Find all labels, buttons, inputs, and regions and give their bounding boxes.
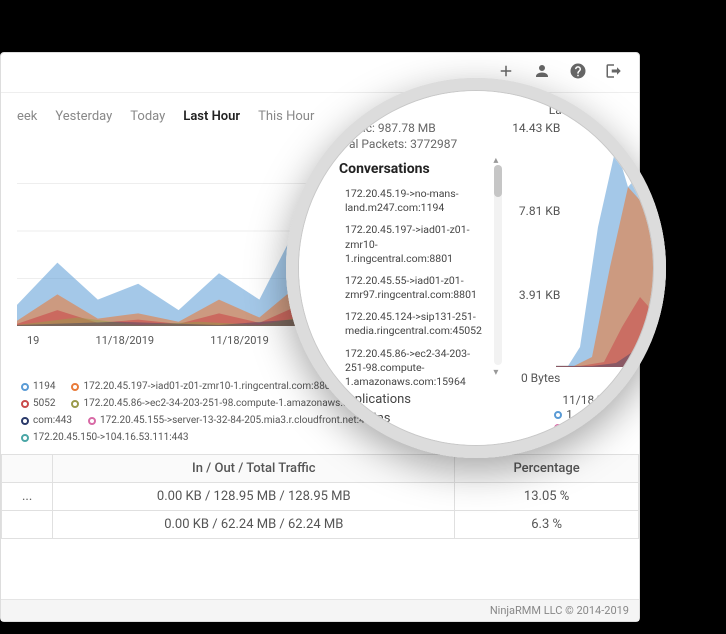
tab-yesterday[interactable]: Yesterday — [55, 109, 112, 124]
xlabel: 11/18/2019 — [210, 334, 269, 347]
user-icon[interactable] — [533, 62, 551, 84]
conversations-list[interactable]: 172.20.45.19->no-mans-land.m247.com:1194… — [339, 183, 498, 388]
footer-copyright: NinjaRMM LLC © 2014-2019 — [1, 599, 639, 621]
list-item[interactable]: 172.20.45.55->iad01-z01-zmr97.ringcentra… — [339, 270, 484, 306]
tab-week[interactable]: eek — [17, 109, 37, 124]
magnifier-left: affic: 987.78 MB al Packets: 3772987 Con… — [299, 91, 504, 445]
table-row[interactable]: ... 0.00 KB / 128.95 MB / 128.95 MB 13.0… — [2, 483, 639, 511]
total-traffic-label: affic: 987.78 MB — [339, 121, 498, 135]
tab-last-hour[interactable]: Last Hour — [183, 109, 240, 124]
legend-item[interactable]: com:443 — [21, 412, 72, 429]
legend-item[interactable]: 172.20.45.197->iad01-z01-zmr10-1.ringcen… — [71, 378, 336, 395]
chart-subtitle: Las — [549, 103, 568, 117]
applications-header[interactable]: Applications — [339, 392, 498, 407]
endpoints-header[interactable]: lpoints — [339, 430, 498, 445]
table-row[interactable]: 0.00 KB / 62.24 MB / 62.24 MB 6.3 % — [2, 511, 639, 539]
legend-item[interactable]: 1194 — [21, 378, 55, 395]
help-icon[interactable] — [569, 62, 587, 84]
magnifier-right-chart: Las 14.43 KB 7.81 KB 3.91 KB 0 Bytes 11/… — [504, 91, 653, 445]
col-pct[interactable]: Percentage — [455, 455, 639, 483]
col-traffic[interactable]: In / Out / Total Traffic — [53, 455, 455, 483]
list-item[interactable]: 172.20.45.86->ec2-34-203-251-98.compute-… — [339, 343, 484, 388]
magnifier-lens: affic: 987.78 MB al Packets: 3772987 Con… — [286, 78, 666, 458]
legend-item[interactable]: 172.20.45 — [554, 422, 615, 435]
list-item[interactable]: 172.20.45.124->sip131-251-media.ringcent… — [339, 306, 484, 342]
scrollbar[interactable] — [494, 165, 502, 365]
xlabel: 19 — [27, 334, 39, 347]
legend-item[interactable]: 172.20.45.150->104.16.53.111:443 — [21, 429, 189, 446]
x-axis-label: 11/18/2 — [562, 393, 606, 407]
traffic-table: In / Out / Total Traffic Percentage ... … — [1, 454, 639, 539]
total-packets-label: al Packets: 3772987 — [339, 137, 498, 151]
logout-icon[interactable] — [605, 62, 623, 84]
mini-legend: 1 172.20.45 — [554, 408, 625, 435]
scroll-up-icon[interactable]: ▴ — [493, 155, 503, 165]
domains-header[interactable]: Domains — [339, 411, 498, 426]
legend-item[interactable]: 1 — [554, 408, 572, 421]
xlabel: 11/18/2019 — [96, 334, 155, 347]
list-item[interactable]: 172.20.45.19->no-mans-land.m247.com:1194 — [339, 183, 484, 219]
scroll-down-icon[interactable]: ▾ — [493, 367, 503, 377]
y-axis-ticks: 14.43 KB 7.81 KB 3.91 KB 0 Bytes — [504, 121, 564, 385]
conversations-header[interactable]: Conversations — [339, 161, 498, 177]
legend-item[interactable]: 5052 — [21, 395, 55, 412]
tab-today[interactable]: Today — [130, 109, 165, 124]
list-item[interactable]: 172.20.45.197->iad01-z01-zmr10-1.ringcen… — [339, 219, 484, 270]
topbar — [1, 53, 639, 93]
